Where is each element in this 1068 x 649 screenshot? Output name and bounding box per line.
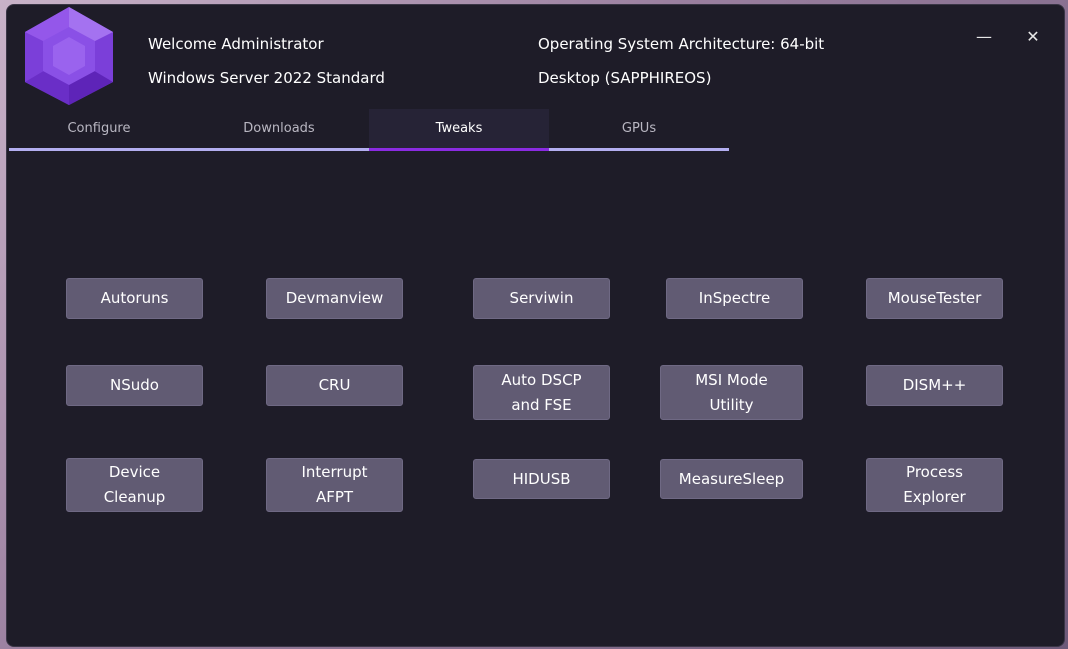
hidusb-button[interactable]: HIDUSB [473, 459, 610, 499]
mousetester-button[interactable]: MouseTester [866, 278, 1003, 319]
process-explorer-button[interactable]: Process Explorer [866, 458, 1003, 512]
cru-button[interactable]: CRU [266, 365, 403, 406]
device-text: Desktop (SAPPHIREOS) [538, 69, 712, 87]
app-window: Welcome Administrator Windows Server 202… [6, 4, 1065, 647]
architecture-text: Operating System Architecture: 64-bit [538, 35, 825, 53]
auto-dscp-button[interactable]: Auto DSCP and FSE [473, 365, 610, 420]
measuresleep-button[interactable]: MeasureSleep [660, 459, 803, 499]
tab-downloads[interactable]: Downloads [189, 109, 369, 151]
nsudo-button[interactable]: NSudo [66, 365, 203, 406]
close-button[interactable]: ✕ [1018, 25, 1048, 49]
msi-mode-utility-button[interactable]: MSI Mode Utility [660, 365, 803, 420]
tab-tweaks[interactable]: Tweaks [369, 109, 549, 151]
interrupt-afpt-button[interactable]: Interrupt AFPT [266, 458, 403, 512]
inspectre-button[interactable]: InSpectre [666, 278, 803, 319]
devmanview-button[interactable]: Devmanview [266, 278, 403, 319]
dism-button[interactable]: DISM++ [866, 365, 1003, 406]
tab-gpus[interactable]: GPUs [549, 109, 729, 151]
serviwin-button[interactable]: Serviwin [473, 278, 610, 319]
welcome-text: Welcome Administrator [148, 35, 324, 53]
tab-configure[interactable]: Configure [9, 109, 189, 151]
tab-bar: Configure Downloads Tweaks GPUs [9, 109, 729, 151]
minimize-button[interactable]: — [969, 25, 999, 49]
hexagon-logo-icon [25, 7, 113, 105]
autoruns-button[interactable]: Autoruns [66, 278, 203, 319]
device-cleanup-button[interactable]: Device Cleanup [66, 458, 203, 512]
os-name-text: Windows Server 2022 Standard [148, 69, 385, 87]
